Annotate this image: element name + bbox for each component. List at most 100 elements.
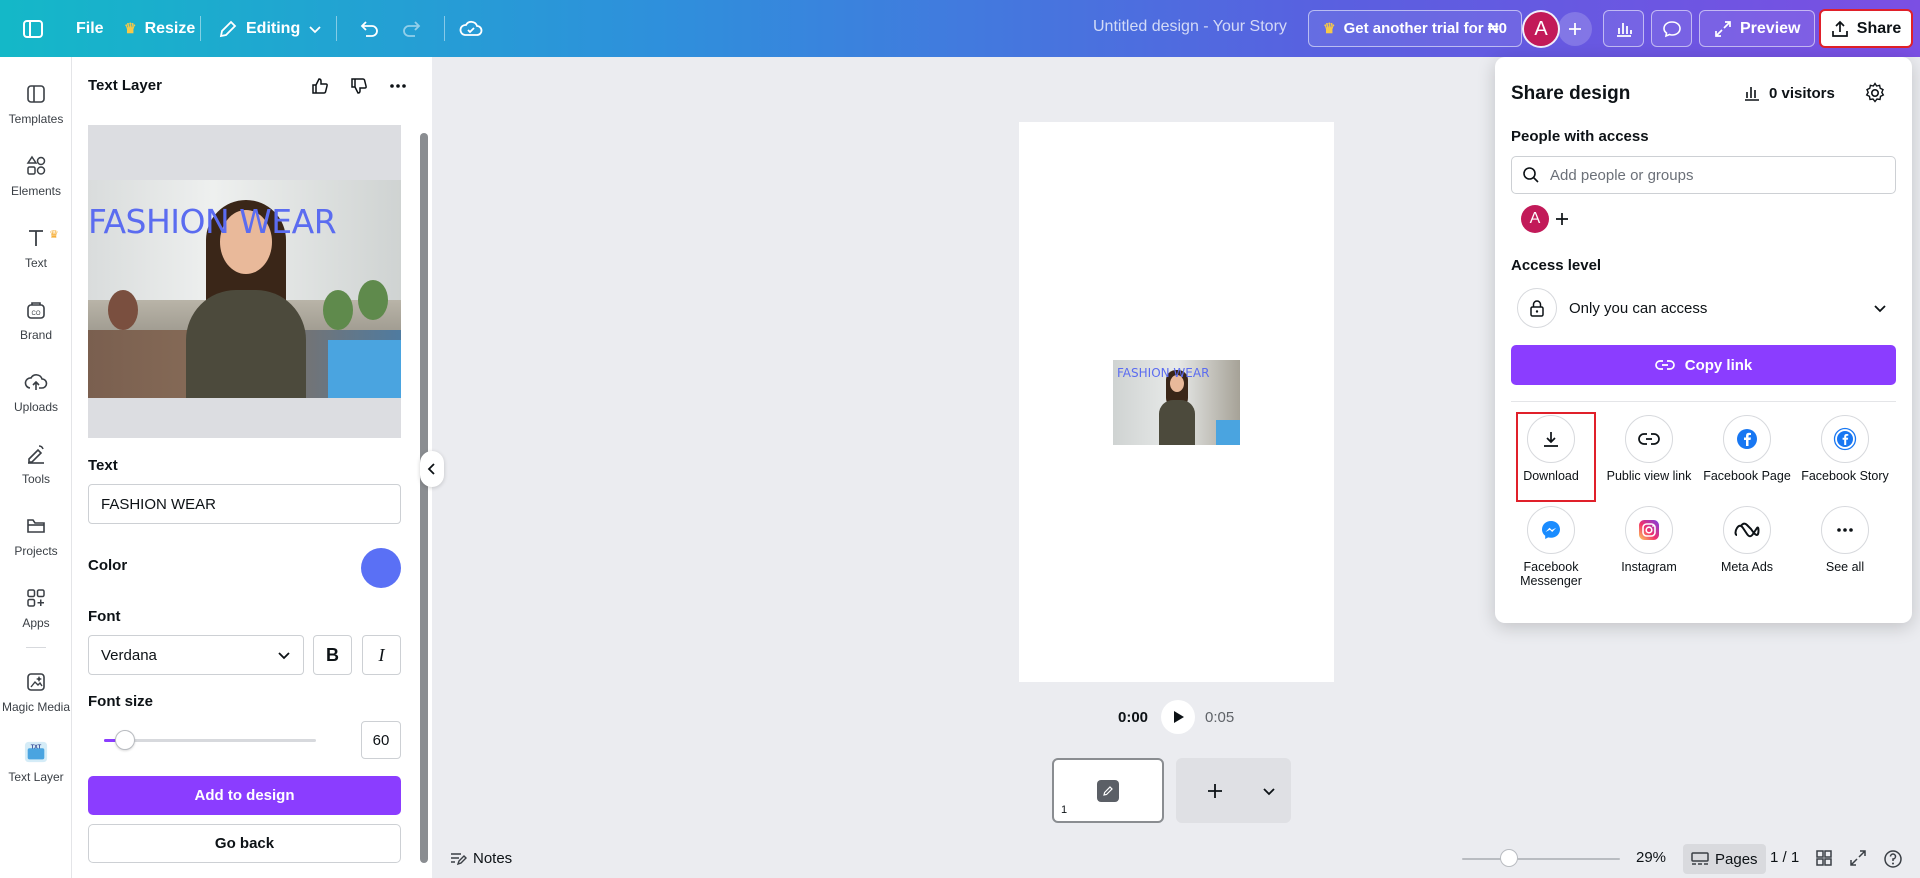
cloud-save-icon[interactable] [459, 10, 483, 47]
pages-label: Pages [1715, 850, 1758, 868]
rail-item-tools[interactable]: Tools [0, 442, 72, 502]
share-button[interactable]: Share [1819, 9, 1913, 48]
go-back-button[interactable]: Go back [88, 824, 401, 863]
notes-label: Notes [473, 849, 513, 867]
share-option-public-view-link[interactable]: Public view link [1601, 415, 1697, 483]
time-current: 0:00 [1118, 709, 1149, 726]
notes-icon [451, 853, 467, 866]
insights-icon[interactable] [1603, 10, 1644, 47]
comment-icon[interactable] [1651, 10, 1692, 47]
meta-icon [1723, 506, 1771, 554]
rail-item-magic-media[interactable]: Magic Media [0, 670, 72, 730]
canvas-overlay-text: FASHION WEAR [1117, 366, 1210, 380]
share-option-facebook-messenger[interactable]: Facebook Messenger [1503, 506, 1599, 588]
notes-button[interactable]: Notes [449, 849, 512, 867]
undo-icon[interactable] [358, 10, 380, 47]
facebook-story-icon [1821, 415, 1869, 463]
time-total: 0:05 [1205, 709, 1235, 726]
upload-icon [1831, 20, 1848, 37]
add-page-button[interactable] [1176, 758, 1291, 823]
trial-button[interactable]: ♛ Get another trial for ₦0 [1308, 10, 1522, 47]
more-icon [1821, 506, 1869, 554]
share-option-see-all[interactable]: See all [1797, 506, 1893, 574]
panel-title: Text Layer [88, 77, 162, 94]
font-select-value: Verdana [101, 646, 157, 664]
bold-button[interactable]: B [313, 635, 352, 675]
canvas-image-element[interactable]: FASHION WEAR [1113, 360, 1240, 445]
rail-item-elements[interactable]: Elements [0, 154, 72, 214]
divider [444, 16, 445, 41]
facebook-icon [1723, 415, 1771, 463]
font-size-label: Font size [88, 693, 154, 710]
share-option-label: Meta Ads [1720, 560, 1774, 574]
rail-item-label: Brand [19, 328, 53, 342]
invite-plus-icon[interactable] [1558, 12, 1592, 46]
panel-scrollbar[interactable] [420, 133, 428, 863]
thumbs-down-icon[interactable] [346, 73, 372, 99]
thumbs-up-icon[interactable] [307, 73, 333, 99]
font-select[interactable]: Verdana [88, 635, 304, 675]
zoom-value[interactable]: 29% [1636, 849, 1666, 866]
pages-button[interactable]: Pages [1683, 844, 1766, 874]
chevron-down-icon [278, 652, 290, 660]
gear-icon[interactable] [1863, 81, 1887, 105]
plus-icon [1208, 784, 1222, 798]
file-menu[interactable]: File [76, 10, 104, 47]
add-people-input[interactable]: Add people or groups [1511, 156, 1896, 194]
zoom-slider-track[interactable] [1462, 858, 1620, 860]
sidebar-toggle-icon[interactable] [22, 10, 44, 47]
rail-item-projects[interactable]: Projects [0, 514, 72, 574]
rail-item-label: Elements [10, 184, 62, 198]
rail-item-label: Apps [22, 616, 50, 630]
more-options-icon[interactable] [385, 73, 411, 99]
play-button[interactable] [1161, 700, 1195, 734]
italic-button[interactable]: I [362, 635, 401, 675]
share-option-label: Facebook Page [1703, 469, 1791, 483]
rail-item-apps[interactable]: Apps [0, 586, 72, 646]
rail-item-label: Text Layer [8, 770, 64, 784]
text-layer-app-icon: TXT [24, 740, 48, 764]
chevron-down-icon[interactable] [1262, 784, 1276, 798]
visitors-button[interactable]: 0 visitors [1743, 84, 1835, 102]
add-to-design-button[interactable]: Add to design [88, 776, 401, 815]
access-level-value: Only you can access [1569, 299, 1708, 317]
share-option-meta-ads[interactable]: Meta Ads [1699, 506, 1795, 574]
avatar[interactable]: A [1521, 205, 1549, 233]
copy-link-button[interactable]: Copy link [1511, 345, 1896, 385]
text-input[interactable]: FASHION WEAR [88, 484, 401, 524]
rail-item-templates[interactable]: Templates [0, 82, 72, 142]
share-option-label: Facebook Messenger [1520, 560, 1582, 588]
divider [336, 16, 337, 41]
apps-icon [24, 586, 48, 610]
preview-button[interactable]: Preview [1699, 10, 1816, 47]
rail-item-brand[interactable]: CO Brand [0, 298, 72, 358]
collapse-panel-button[interactable] [420, 451, 444, 487]
rail-item-text[interactable]: Text [0, 226, 72, 286]
rail-item-label: Projects [14, 544, 58, 558]
top-bar: File ♛ Resize Editing Untitled design - … [0, 0, 1920, 57]
editing-mode-button[interactable]: Editing [218, 10, 322, 47]
share-option-facebook-page[interactable]: Facebook Page [1699, 415, 1795, 483]
access-level-label: Access level [1511, 257, 1602, 274]
preview-photo: FASHION WEAR [88, 180, 401, 398]
resize-button[interactable]: ♛ Resize [124, 10, 195, 47]
fullscreen-icon[interactable] [1849, 849, 1867, 867]
design-title[interactable]: Untitled design - Your Story [1093, 18, 1287, 36]
resize-label: Resize [144, 19, 196, 37]
text-field-label: Text [88, 457, 118, 474]
add-person-plus-icon[interactable] [1548, 205, 1576, 233]
share-option-instagram[interactable]: Instagram [1601, 506, 1697, 574]
avatar[interactable]: A [1524, 12, 1558, 46]
access-level-select[interactable]: Only you can access [1511, 284, 1896, 332]
font-size-slider-thumb[interactable] [115, 730, 136, 750]
divider [1511, 401, 1896, 402]
color-swatch[interactable] [361, 548, 401, 588]
help-icon[interactable] [1883, 849, 1903, 869]
rail-item-text-layer[interactable]: TXT Text Layer [0, 740, 72, 800]
grid-view-icon[interactable] [1815, 849, 1833, 867]
share-option-facebook-story[interactable]: Facebook Story [1797, 415, 1893, 483]
redo-icon[interactable] [401, 10, 423, 47]
font-size-input[interactable]: 60 [361, 721, 401, 759]
font-size-slider-track[interactable] [104, 739, 316, 742]
rail-item-uploads[interactable]: Uploads [0, 370, 72, 430]
